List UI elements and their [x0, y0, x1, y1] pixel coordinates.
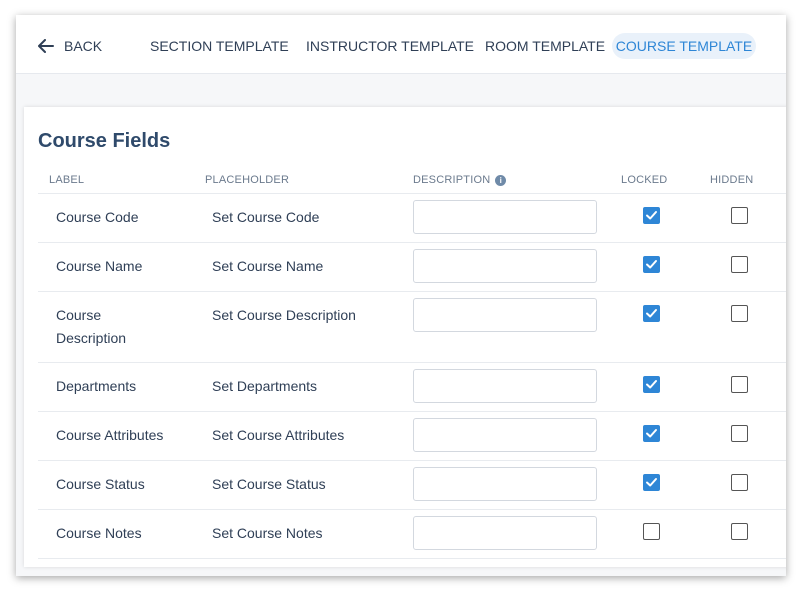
locked-checkbox[interactable]: [643, 523, 660, 540]
field-placeholder: Set Course Code: [212, 209, 320, 225]
description-input[interactable]: [413, 516, 597, 550]
arrow-left-icon: [38, 39, 54, 53]
field-label: Course Description: [56, 307, 127, 346]
field-placeholder: Set Departments: [212, 378, 318, 394]
table-row: Departments Set Departments: [38, 362, 786, 411]
column-header-placeholder: PLACEHOLDER: [205, 174, 289, 186]
hidden-checkbox[interactable]: [731, 474, 748, 491]
field-label: Course Attributes: [56, 427, 164, 443]
field-label: Course Notes: [56, 525, 142, 541]
locked-checkbox[interactable]: [643, 256, 660, 273]
back-label: BACK: [64, 38, 103, 54]
table-bottom-divider: [38, 558, 786, 559]
page-title: Course Fields: [38, 130, 171, 152]
field-label: Course Status: [56, 476, 145, 492]
table-row: Course Attributes Set Course Attributes: [38, 411, 786, 460]
hidden-checkbox[interactable]: [731, 425, 748, 442]
column-header-label-text: LABEL: [49, 174, 85, 186]
hidden-checkbox[interactable]: [731, 256, 748, 273]
fields-table: Course Code Set Course Code Course Name Set…: [38, 193, 786, 559]
table-row: Course Name Set Course Name: [38, 242, 786, 291]
locked-checkbox[interactable]: [643, 425, 660, 442]
description-input[interactable]: [413, 249, 597, 283]
hidden-checkbox[interactable]: [731, 207, 748, 224]
table-row: Course Code Set Course Code: [38, 193, 786, 242]
tab-room-template[interactable]: ROOM TEMPLATE: [485, 33, 605, 59]
column-header-label: LABEL: [49, 174, 84, 186]
field-label: Course Code: [56, 209, 139, 225]
field-placeholder: Set Course Name: [212, 258, 324, 274]
description-input[interactable]: [413, 467, 597, 501]
description-input[interactable]: [413, 200, 597, 234]
hidden-checkbox[interactable]: [731, 305, 748, 322]
hidden-checkbox[interactable]: [731, 376, 748, 393]
locked-checkbox[interactable]: [643, 305, 660, 322]
field-label: Departments: [56, 378, 137, 394]
top-navigation: BACK SECTION TEMPLATE INSTRUCTOR TEMPLAT…: [16, 15, 786, 74]
course-fields-card: Course Fields LABEL PLACEHOLDER DESCRIPT…: [24, 107, 786, 567]
column-header-description-text: DESCRIPTION: [413, 174, 491, 186]
column-header-hidden-text: HIDDEN: [710, 174, 754, 186]
locked-checkbox[interactable]: [643, 376, 660, 393]
column-header-locked-text: LOCKED: [621, 174, 668, 186]
field-placeholder: Set Course Notes: [212, 525, 323, 541]
tab-instructor-template[interactable]: INSTRUCTOR TEMPLATE: [306, 33, 474, 59]
column-header-locked: LOCKED: [621, 174, 667, 186]
locked-checkbox[interactable]: [643, 474, 660, 491]
table-row: Course Notes Set Course Notes: [38, 509, 786, 558]
field-label: Course Name: [56, 258, 143, 274]
field-placeholder: Set Course Description: [212, 307, 356, 323]
hidden-checkbox[interactable]: [731, 523, 748, 540]
description-input[interactable]: [413, 369, 597, 403]
info-icon[interactable]: i: [495, 174, 507, 186]
column-header-description: DESCRIPTION i: [413, 174, 507, 186]
column-header-placeholder-text: PLACEHOLDER: [205, 174, 290, 186]
table-row: Course Description Set Course Description: [38, 291, 786, 362]
table-row: Course Status Set Course Status: [38, 460, 786, 509]
back-button[interactable]: BACK: [38, 33, 102, 59]
field-placeholder: Set Course Status: [212, 476, 326, 492]
description-input[interactable]: [413, 298, 597, 332]
app-window: BACK SECTION TEMPLATE INSTRUCTOR TEMPLAT…: [16, 15, 786, 576]
tab-course-template[interactable]: COURSE TEMPLATE: [612, 33, 756, 59]
description-input[interactable]: [413, 418, 597, 452]
column-header-hidden: HIDDEN: [710, 174, 753, 186]
tab-section-template[interactable]: SECTION TEMPLATE: [150, 33, 289, 59]
field-placeholder: Set Course Attributes: [212, 427, 345, 443]
locked-checkbox[interactable]: [643, 207, 660, 224]
